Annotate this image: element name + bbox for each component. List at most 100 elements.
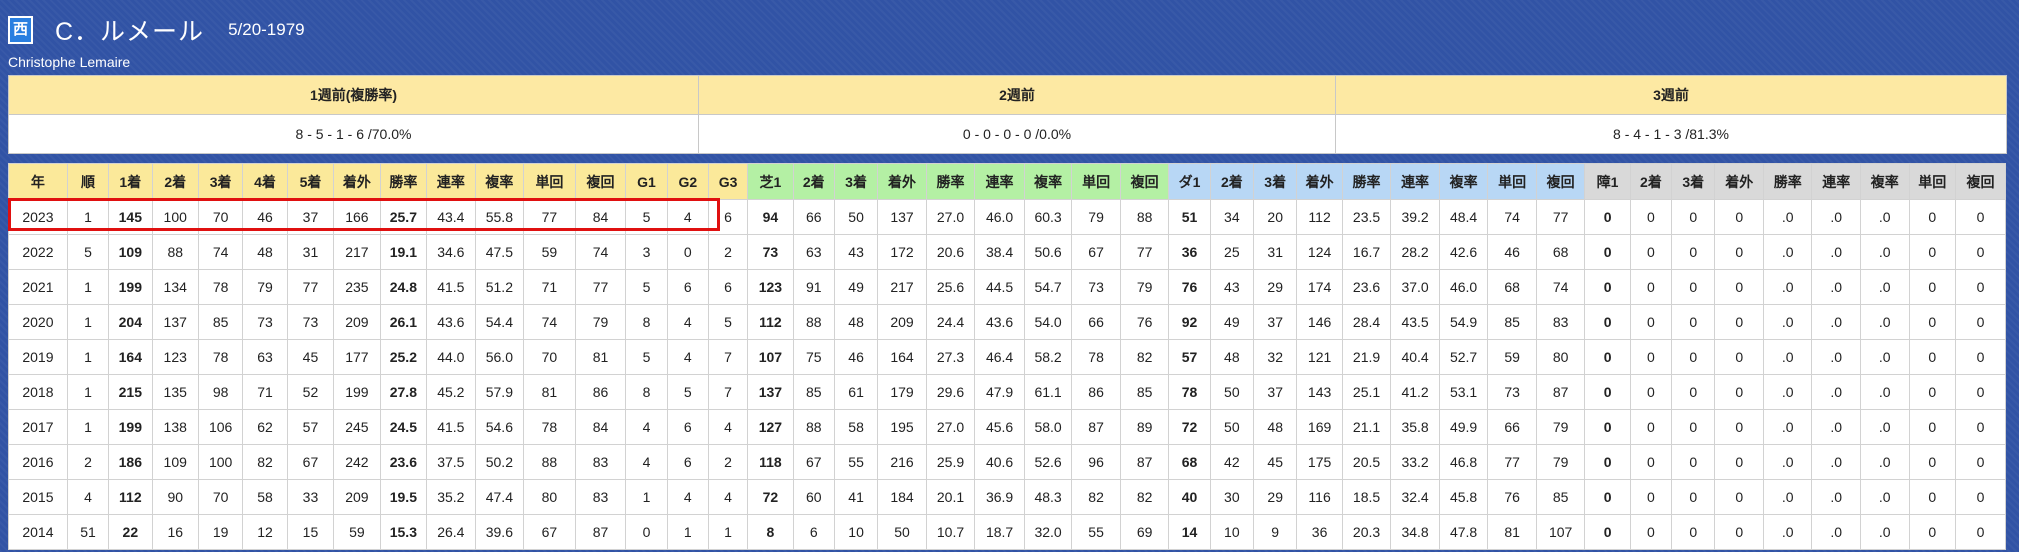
table-cell: 0 xyxy=(1629,199,1673,235)
table-cell: 53.1 xyxy=(1438,374,1489,410)
table-cell: .0 xyxy=(1762,514,1813,550)
table-cell: 0 xyxy=(1671,304,1716,340)
table-cell: 27.3 xyxy=(925,339,976,375)
table-cell: 0 xyxy=(1584,374,1631,410)
table-cell: .0 xyxy=(1860,444,1910,480)
table-cell: 72 xyxy=(1168,409,1211,445)
table-cell: .0 xyxy=(1860,269,1910,305)
table-cell: .0 xyxy=(1860,234,1910,270)
table-cell: 54.9 xyxy=(1438,304,1489,340)
table-cell: 0 xyxy=(1714,199,1764,235)
column-header: 勝率 xyxy=(1762,163,1813,200)
table-cell: 25.6 xyxy=(925,269,976,305)
table-cell: 0 xyxy=(1584,199,1631,235)
table-cell: 49 xyxy=(1209,304,1255,340)
column-header: 着外 xyxy=(333,163,381,200)
table-cell: 70 xyxy=(523,339,576,375)
table-cell: 88 xyxy=(1119,199,1170,235)
table-cell: 0 xyxy=(1954,339,2007,375)
table-cell: 0 xyxy=(1954,374,2007,410)
table-cell: 86 xyxy=(574,374,627,410)
column-header: 連率 xyxy=(974,163,1025,200)
yearly-stats-table: 年順 1着 2着 3着 4着 5着 着外 勝率 連率 複率 単回 複回 G1 G2 G3 芝1 2着 3着 着外 勝率… xyxy=(8,163,2007,550)
table-cell: 0 xyxy=(1584,304,1631,340)
table-cell: 1 xyxy=(625,479,668,515)
table-cell: 45.2 xyxy=(426,374,476,410)
column-header: 複率 xyxy=(1860,163,1910,200)
table-cell: 209 xyxy=(333,304,381,340)
table-cell: 83 xyxy=(574,479,627,515)
table-cell: 0 xyxy=(1954,234,2007,270)
column-header: 単回 xyxy=(1071,163,1121,200)
table-cell: 55 xyxy=(833,444,879,480)
table-cell: 61 xyxy=(833,374,879,410)
table-cell: 32.0 xyxy=(1023,514,1073,550)
table-cell: 43 xyxy=(833,234,879,270)
table-cell: 0 xyxy=(1714,269,1764,305)
table-cell: 4 xyxy=(625,444,668,480)
table-cell: 4 xyxy=(666,479,709,515)
table-cell: 71 xyxy=(523,269,576,305)
table-cell: 0 xyxy=(1714,339,1764,375)
table-cell: 79 xyxy=(1535,409,1586,445)
column-header: 2着 xyxy=(1209,163,1255,200)
table-cell: 137 xyxy=(877,199,927,235)
table-cell: 164 xyxy=(108,339,153,375)
column-header: 2着 xyxy=(1629,163,1673,200)
table-cell: 67 xyxy=(286,444,335,480)
table-cell: 55 xyxy=(1071,514,1121,550)
table-cell: 124 xyxy=(1296,234,1343,270)
table-cell: 0 xyxy=(1714,444,1764,480)
column-header: 芝1 xyxy=(747,163,794,200)
table-cell: 47.8 xyxy=(1438,514,1489,550)
table-cell: 23.5 xyxy=(1341,199,1392,235)
column-header: 連率 xyxy=(426,163,476,200)
table-cell: 7 xyxy=(707,374,749,410)
table-cell: 137 xyxy=(747,374,794,410)
table-cell: 0 xyxy=(1584,269,1631,305)
table-cell: 0 xyxy=(1908,269,1956,305)
table-cell: 12 xyxy=(242,514,288,550)
table-cell: .0 xyxy=(1762,479,1813,515)
table-cell: 73 xyxy=(1071,269,1121,305)
table-cell: 77 xyxy=(523,199,576,235)
week-value-3: 8 - 4 - 1 - 3 /81.3% xyxy=(1335,114,2007,154)
table-cell: 138 xyxy=(151,409,199,445)
table-cell: 27.0 xyxy=(925,199,976,235)
table-cell: 0 xyxy=(1954,409,2007,445)
table-cell: 0 xyxy=(1908,514,1956,550)
column-header: 1着 xyxy=(108,163,153,200)
table-cell: 79 xyxy=(1119,269,1170,305)
table-cell: 31 xyxy=(286,234,335,270)
table-cell: 85 xyxy=(197,304,244,340)
table-cell: .0 xyxy=(1762,409,1813,445)
table-cell: 34.8 xyxy=(1390,514,1440,550)
table-cell: 0 xyxy=(1714,514,1764,550)
table-cell: .0 xyxy=(1860,339,1910,375)
table-cell: 71 xyxy=(242,374,288,410)
table-cell: 2019 xyxy=(8,339,68,375)
table-cell: 4 xyxy=(666,339,709,375)
week-value-2: 0 - 0 - 0 - 0 /0.0% xyxy=(698,114,1336,154)
table-cell: 0 xyxy=(1908,409,1956,445)
table-cell: 245 xyxy=(333,409,381,445)
table-cell: 0 xyxy=(1671,199,1716,235)
table-cell: 25.7 xyxy=(379,199,428,235)
table-cell: 96 xyxy=(1071,444,1121,480)
table-cell: 68 xyxy=(1487,269,1537,305)
column-header: 着外 xyxy=(1714,163,1764,200)
table-cell: 166 xyxy=(333,199,381,235)
column-header: 複回 xyxy=(1119,163,1170,200)
table-cell: .0 xyxy=(1811,374,1861,410)
table-cell: 242 xyxy=(333,444,381,480)
table-cell: 73 xyxy=(1487,374,1537,410)
table-cell: 78 xyxy=(1168,374,1211,410)
table-cell: 31 xyxy=(1253,234,1298,270)
table-cell: 0 xyxy=(1954,514,2007,550)
table-cell: 76 xyxy=(1487,479,1537,515)
table-cell: 86 xyxy=(1071,374,1121,410)
table-cell: 16 xyxy=(151,514,199,550)
table-cell: 21.9 xyxy=(1341,339,1392,375)
table-cell: 59 xyxy=(523,234,576,270)
table-cell: 41.2 xyxy=(1390,374,1440,410)
